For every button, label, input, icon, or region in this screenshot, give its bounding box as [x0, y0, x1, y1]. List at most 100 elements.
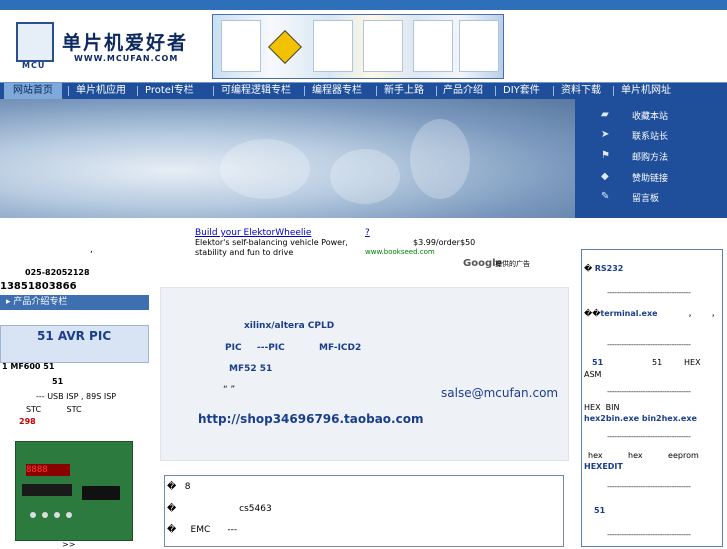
pic-text: PIC: [225, 343, 242, 353]
article-text: ASM: [584, 370, 602, 379]
hero-image: [0, 99, 575, 218]
nav-programmer[interactable]: 编程器专栏: [312, 83, 362, 99]
mail-order-icon: ⚑: [601, 150, 610, 161]
nav-pld[interactable]: 可编程逻辑专栏: [221, 83, 291, 99]
ad-url[interactable]: www.bookseed.com: [365, 248, 435, 256]
product-section-header[interactable]: ▸ 产品介绍专栏: [0, 295, 149, 310]
top-color-bar: [0, 0, 727, 10]
list-divider: -----------------------------------: [607, 432, 691, 441]
nav-products[interactable]: 产品介绍: [443, 83, 483, 99]
taobao-shop-link[interactable]: http://shop34696796.taobao.com: [198, 412, 423, 426]
bullet-glyph: ��: [584, 309, 601, 318]
nav-links[interactable]: 单片机网址: [621, 83, 671, 99]
nav-separator: [68, 86, 69, 96]
nav-separator: [553, 86, 554, 96]
article-text: hex hex eeprom: [588, 451, 699, 460]
ad-price: $3.99/order: [413, 238, 460, 247]
side-menu-guestbook[interactable]: ✎ 留言板: [575, 187, 727, 207]
section-header-label: 产品介绍专栏: [13, 297, 68, 307]
google-ad: Build your ElektorWheelie ? Elektor's se…: [195, 228, 540, 278]
product-price: 298: [19, 417, 36, 426]
nav-diy-kits[interactable]: DIY套件: [503, 83, 540, 99]
sponsor-icon: ◆: [601, 171, 609, 182]
ad-title-link[interactable]: Build your ElektorWheelie: [195, 228, 311, 238]
product-line-2: 51: [52, 377, 64, 386]
article-51[interactable]: 51: [594, 505, 605, 516]
side-menu-label: 邮购方法: [632, 153, 669, 163]
google-ad-caption: 提供的广告: [495, 260, 530, 268]
site-url: WWW.MCUFAN.COM: [74, 54, 179, 63]
article-hex2bin[interactable]: HEX BIN hex2bin.exe bin2hex.exe: [584, 402, 697, 424]
logo-emblem-icon: [16, 22, 54, 62]
article-title: 51: [592, 358, 604, 367]
site-name: 单片机爱好者: [62, 32, 189, 54]
article-title: hex2bin.exe bin2hex.exe: [584, 414, 697, 423]
side-menu-label: 联系站长: [632, 132, 669, 142]
nav-home[interactable]: 网站首页: [4, 83, 62, 99]
icd2-text: MF-ICD2: [319, 343, 362, 353]
article-rs232[interactable]: � RS232: [584, 263, 623, 274]
hero-decor: [410, 119, 470, 199]
article-text: 51: [652, 358, 663, 367]
nav-protel[interactable]: Protel专栏: [145, 83, 194, 99]
guestbook-icon: ✎: [601, 191, 610, 202]
news-item[interactable]: � cs5463: [167, 504, 272, 514]
dev-board-image[interactable]: 8888: [15, 441, 133, 541]
site-logo[interactable]: MCU 单片机爱好者 WWW.MCUFAN.COM: [16, 22, 194, 70]
right-article-list: � RS232 --------------------------------…: [581, 249, 723, 547]
article-title: RS232: [594, 264, 624, 273]
article-tail: ， ，: [688, 309, 720, 318]
side-menu-label: 收藏本站: [632, 112, 669, 122]
side-menu-contact[interactable]: ➤ 联系站长: [575, 125, 727, 145]
nav-beginners[interactable]: 新手上路: [384, 83, 424, 99]
contact-email[interactable]: salse@mcufan.com: [441, 386, 558, 400]
nav-downloads[interactable]: 资料下载: [561, 83, 601, 99]
article-text: HEX: [684, 358, 701, 367]
product-line-1: 1 MF600 51: [2, 362, 55, 371]
news-item[interactable]: � EMC ---: [167, 525, 237, 535]
header-banner[interactable]: [212, 14, 504, 79]
nav-separator: [495, 86, 496, 96]
section-arrow-icon: ▸: [6, 297, 11, 307]
side-menu-bookmark[interactable]: ▰ 收藏本站: [575, 105, 727, 125]
nav-separator: [376, 86, 377, 96]
article-title: 51: [594, 506, 606, 515]
article-terminal[interactable]: ��terminal.exe ， ，: [584, 308, 720, 319]
nav-mcu-apps[interactable]: 单片机应用: [76, 83, 126, 99]
phone-number: 025-82052128: [25, 268, 90, 277]
logo-badge: MCU: [22, 61, 46, 70]
ad-price-2: $50: [460, 238, 476, 247]
list-divider: -----------------------------------: [607, 482, 691, 491]
banner-page-image: [363, 20, 403, 72]
list-divider: -----------------------------------: [607, 530, 691, 539]
side-menu-sponsor[interactable]: ◆ 赞助链接: [575, 167, 727, 187]
nav-separator: [304, 86, 305, 96]
article-title: terminal.exe: [600, 309, 658, 318]
side-quick-menu: ▰ 收藏本站 ➤ 联系站长 ⚑ 邮购方法 ◆ 赞助链接 ✎ 留言板: [575, 99, 727, 218]
board-button: [66, 512, 72, 518]
nav-separator: [137, 86, 138, 96]
ad-question-link[interactable]: ?: [365, 228, 370, 238]
contact-icon: ➤: [601, 129, 610, 140]
side-menu-label: 赞助链接: [632, 174, 669, 184]
list-divider: -----------------------------------: [607, 288, 691, 297]
list-divider: -----------------------------------: [607, 387, 691, 396]
mf52-text: MF52 51: [229, 364, 273, 374]
side-menu-mail-order[interactable]: ⚑ 邮购方法: [575, 146, 727, 166]
pic-programmer-text: ---PIC: [257, 343, 285, 353]
article-text: HEX BIN: [584, 403, 620, 412]
product-title: 51 AVR PIC: [37, 329, 112, 343]
left-column: , 025-82052128 13851803866 ▸ 产品介绍专栏 51 A…: [0, 245, 160, 549]
product-title-box[interactable]: 51 AVR PIC: [0, 325, 149, 363]
nav-separator: [436, 86, 437, 96]
product-line-3: --- USB ISP , 89S ISP: [36, 392, 117, 401]
lower-news-box: � 8 � cs5463 � EMC ---: [164, 475, 564, 547]
news-item[interactable]: � 8: [167, 482, 191, 492]
left-comma: ,: [90, 245, 93, 255]
quoted-text: “ ”: [223, 385, 236, 395]
article-51-hex[interactable]: 51 51 HEX ASM: [584, 357, 720, 381]
hero-decor: [330, 149, 400, 204]
mobile-number: 13851803866: [0, 281, 77, 292]
article-hexedit[interactable]: hex hex eeprom HEXEDIT: [584, 450, 699, 472]
side-menu-label: 留言板: [632, 194, 660, 204]
